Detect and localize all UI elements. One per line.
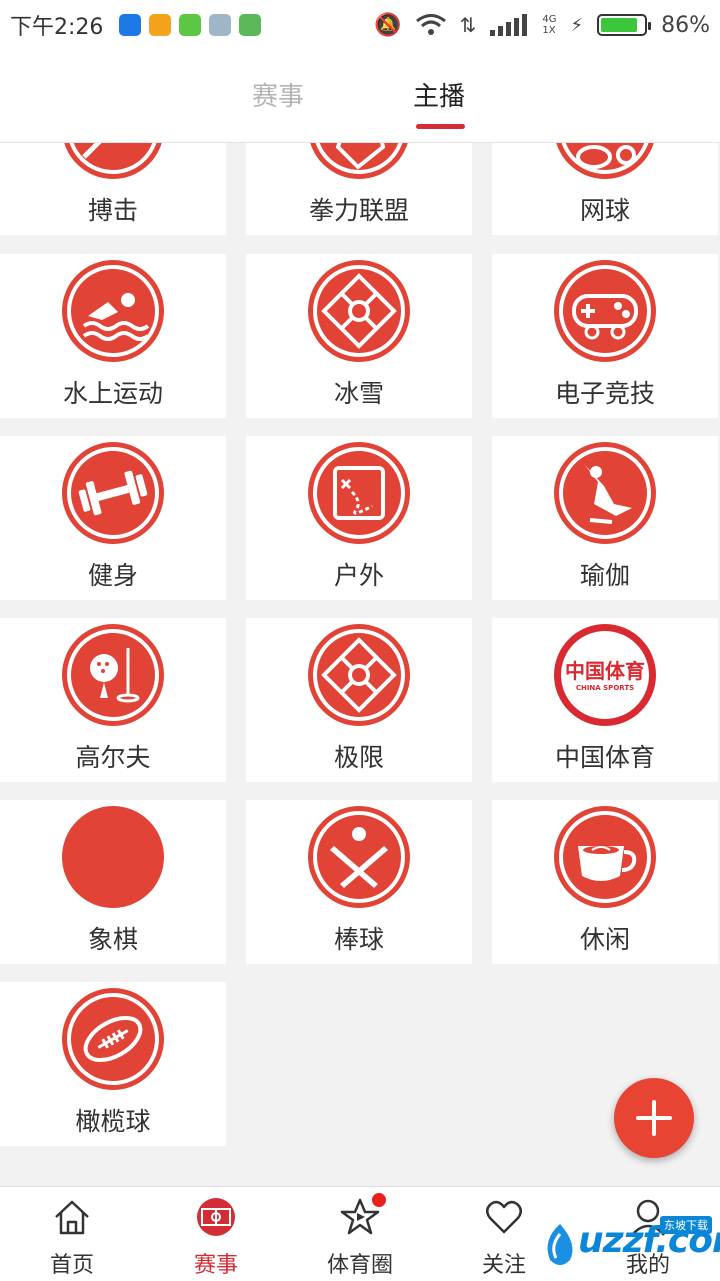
- tennis-icon: [554, 143, 656, 179]
- boxing-glove-icon: [308, 143, 410, 179]
- category-label: 中国体育: [554, 743, 655, 772]
- status-bar: 下午2:26 🔕 ⇅ 4G 1X ⚡ 86%: [0, 0, 720, 50]
- battery-icon: [597, 14, 652, 36]
- field-icon: [197, 1198, 235, 1236]
- nav-label: 首页: [49, 1253, 94, 1278]
- dumbbell-icon: [62, 442, 164, 544]
- android-notification-icon: [239, 14, 262, 36]
- category-label: 健身: [87, 561, 138, 590]
- chess-icon: [62, 806, 164, 908]
- extreme-diamond-icon: [308, 624, 410, 726]
- category-label: 电子竞技: [554, 379, 655, 408]
- map-icon: [308, 442, 410, 544]
- baseball-icon: [308, 806, 410, 908]
- logo-text: 中国体育: [565, 659, 645, 683]
- battery-percent: 86%: [661, 12, 710, 38]
- active-tab-indicator: [416, 124, 465, 129]
- nav-label: 体育圈: [326, 1253, 393, 1278]
- category-baseball[interactable]: 棒球: [246, 800, 472, 964]
- sim-notification-icon: [179, 14, 202, 36]
- category-label: 搏击: [87, 196, 138, 225]
- category-leisure[interactable]: 休闲: [492, 800, 718, 964]
- category-label: 冰雪: [333, 379, 384, 408]
- uc-notification-icon: [149, 14, 172, 36]
- category-fitness[interactable]: 健身: [0, 436, 226, 600]
- fighting-icon: [62, 143, 164, 179]
- top-tabs: 赛事 主播: [0, 50, 720, 143]
- category-water-sports[interactable]: 水上运动: [0, 254, 226, 418]
- charging-icon: ⚡: [570, 14, 584, 36]
- category-boxing-league[interactable]: 拳力联盟: [246, 143, 472, 235]
- category-chess[interactable]: 象棋: [0, 800, 226, 964]
- add-button[interactable]: [614, 1078, 694, 1158]
- heart-icon: [486, 1200, 522, 1234]
- gamepad-icon: [554, 260, 656, 362]
- category-label: 高尔夫: [75, 743, 151, 772]
- rugby-ball-icon: [62, 988, 164, 1090]
- nav-label: 赛事: [193, 1253, 238, 1278]
- category-fighting[interactable]: 搏击: [0, 143, 226, 235]
- logo-subtext: CHINA SPORTS: [576, 684, 634, 692]
- category-label: 水上运动: [62, 379, 163, 408]
- category-label: 瑜伽: [579, 561, 630, 590]
- category-label: 网球: [579, 196, 630, 225]
- category-golf[interactable]: 高尔夫: [0, 618, 226, 782]
- china-sports-logo: 中国体育 CHINA SPORTS: [554, 624, 656, 726]
- yoga-icon: [554, 442, 656, 544]
- tab-anchors[interactable]: 主播: [413, 76, 465, 113]
- swimmer-icon: [62, 260, 164, 362]
- wifi-icon: [415, 14, 446, 35]
- category-label: 极限: [333, 743, 384, 772]
- category-grid: 搏击 拳力联盟 网球 水上运动 冰雪 电子竞技 健身 户外 瑜伽 高尔夫 极限 …: [0, 143, 720, 1186]
- app-notification-icon: [209, 14, 232, 36]
- category-label: 棒球: [333, 925, 384, 954]
- coffee-cup-icon: [554, 806, 656, 908]
- notification-dot: [372, 1193, 386, 1207]
- category-esports[interactable]: 电子竞技: [492, 254, 718, 418]
- category-extreme[interactable]: 极限: [246, 618, 472, 782]
- category-ice-snow[interactable]: 冰雪: [246, 254, 472, 418]
- category-tennis[interactable]: 网球: [492, 143, 718, 235]
- snowflake-diamond-icon: [308, 260, 410, 362]
- category-label: 休闲: [579, 925, 630, 954]
- category-yoga[interactable]: 瑜伽: [492, 436, 718, 600]
- watermark-logo-icon: [547, 1224, 573, 1265]
- category-label: 户外: [333, 561, 384, 590]
- category-china-sports[interactable]: 中国体育 CHINA SPORTS 中国体育: [492, 618, 718, 782]
- network-type: 4G 1X: [542, 14, 557, 36]
- nav-home[interactable]: 首页: [0, 1187, 144, 1281]
- category-rugby[interactable]: 橄榄球: [0, 982, 226, 1146]
- category-label: 橄榄球: [75, 1107, 151, 1136]
- signal-icon: [490, 14, 528, 36]
- watermark: uzzf.com 东坡下载: [540, 1216, 720, 1272]
- nav-events[interactable]: 赛事: [144, 1187, 288, 1281]
- category-label: 拳力联盟: [308, 196, 409, 225]
- category-label: 象棋: [87, 925, 138, 954]
- data-arrows-icon: ⇅: [459, 13, 477, 37]
- tab-events[interactable]: 赛事: [252, 76, 304, 113]
- nav-sports-circle[interactable]: 体育圈: [288, 1187, 432, 1281]
- shield-notification-icon: [119, 14, 142, 36]
- status-time: 下午2:26: [10, 15, 104, 40]
- category-outdoor[interactable]: 户外: [246, 436, 472, 600]
- watermark-badge: 东坡下载: [660, 1216, 712, 1234]
- mute-icon: 🔕: [374, 12, 402, 38]
- golf-icon: [62, 624, 164, 726]
- home-icon: [55, 1200, 89, 1235]
